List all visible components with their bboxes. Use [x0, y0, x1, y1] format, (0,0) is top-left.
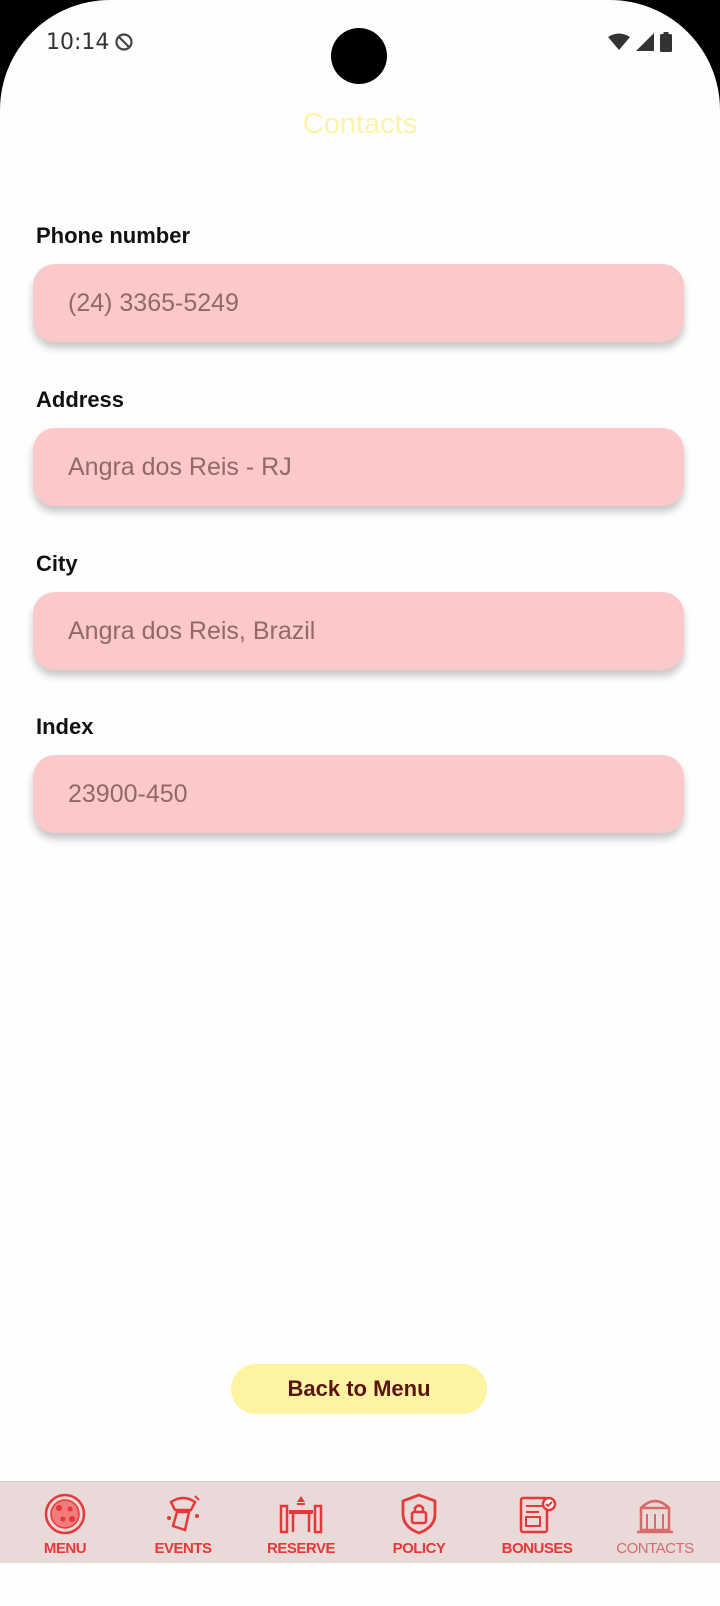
nav-item-contacts[interactable]: CONTACTS: [596, 1482, 714, 1563]
phone-number-label: Phone number: [36, 223, 191, 248]
status-icons: [608, 32, 672, 52]
table-icon: [279, 1496, 323, 1534]
address-input[interactable]: [66, 451, 684, 483]
status-time: 10:14: [46, 30, 110, 55]
party-icon: [167, 1495, 200, 1532]
camera-cutout: [331, 28, 387, 84]
address-field[interactable]: [33, 428, 684, 506]
do-not-disturb-icon: [115, 33, 133, 51]
nav-item-bonuses[interactable]: BONUSES: [478, 1482, 596, 1563]
pizza-icon: [44, 1493, 86, 1535]
bottom-nav: MENU EVENTS RESERVE POLICY BONUSES CONTA…: [0, 1481, 720, 1563]
address-label: Address: [36, 387, 125, 412]
battery-icon: [660, 32, 672, 52]
nav-item-policy[interactable]: POLICY: [360, 1482, 478, 1563]
building-icon: [637, 1499, 673, 1534]
gesture-handle[interactable]: [270, 1581, 450, 1587]
screen: 10:14 Contacts Phone number Address City: [0, 0, 720, 1606]
cellular-signal-icon: [636, 33, 654, 51]
nav-label-events: EVENTS: [154, 1540, 212, 1557]
page-title: Contacts: [302, 108, 418, 140]
index-input[interactable]: [66, 778, 684, 810]
phone-number-field[interactable]: [33, 264, 684, 342]
nav-label-menu: MENU: [43, 1540, 87, 1557]
city-input[interactable]: [66, 615, 684, 647]
status-bar: 10:14: [0, 0, 720, 90]
nav-label-policy: POLICY: [392, 1540, 446, 1557]
nav-label-contacts: CONTACTS: [616, 1540, 694, 1557]
wifi-icon: [608, 33, 630, 50]
nav-label-bonuses: BONUSES: [501, 1540, 573, 1557]
phone-number-input[interactable]: [66, 287, 684, 319]
index-label: Index: [36, 714, 94, 739]
nav-item-events[interactable]: EVENTS: [124, 1482, 242, 1563]
nav-item-menu[interactable]: MENU: [6, 1482, 124, 1563]
nav-label-reserve: RESERVE: [267, 1540, 335, 1557]
back-to-menu-button[interactable]: Back to Menu: [231, 1364, 487, 1414]
city-field[interactable]: [33, 592, 684, 670]
shield-lock-icon: [401, 1493, 437, 1535]
nav-item-reserve[interactable]: RESERVE: [242, 1482, 360, 1563]
index-field[interactable]: [33, 755, 684, 833]
city-label: City: [36, 551, 78, 576]
coupon-icon: [519, 1496, 557, 1534]
